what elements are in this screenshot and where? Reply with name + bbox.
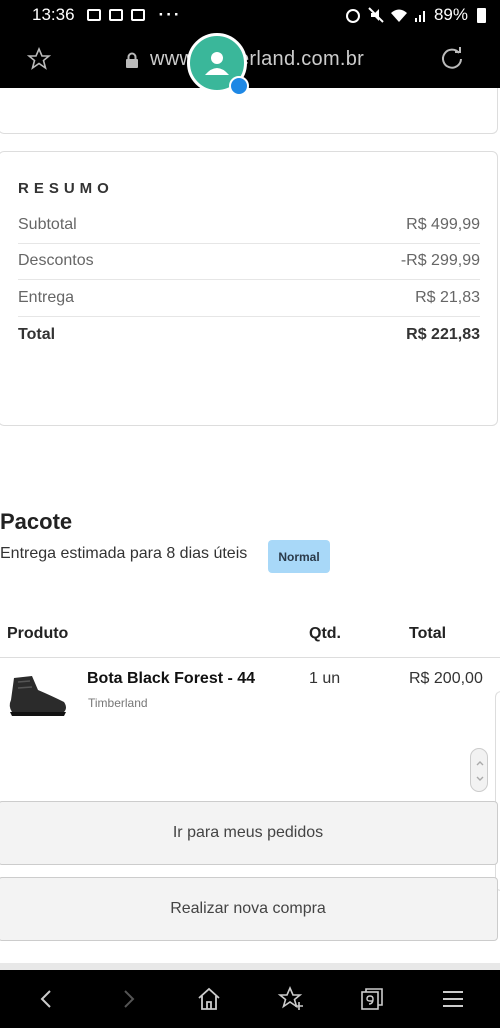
lock-icon (126, 52, 138, 68)
summary-value: R$ 221,83 (406, 325, 480, 343)
summary-value: R$ 21,83 (415, 288, 480, 306)
bookmarks-icon[interactable] (277, 985, 305, 1013)
star-icon[interactable] (27, 47, 51, 71)
chat-badge-icon (229, 76, 249, 96)
product-image (9, 676, 66, 716)
summary-label: Subtotal (18, 215, 77, 233)
summary-rows: Subtotal R$ 499,99 Descontos -R$ 299,99 … (18, 207, 480, 353)
scroll-arrows-icon (476, 761, 484, 781)
header-product: Produto (7, 625, 69, 642)
browser-bar: www.timberland.com.br (0, 30, 500, 88)
gallery-icon (108, 9, 123, 21)
new-purchase-button[interactable]: Realizar nova compra (0, 877, 498, 941)
summary-row-subtotal: Subtotal R$ 499,99 (18, 207, 480, 244)
mail-icon (86, 9, 101, 21)
mute-icon (368, 7, 384, 23)
summary-label: Descontos (18, 252, 94, 270)
summary-row-shipping: Entrega R$ 21,83 (18, 280, 480, 317)
page-content: RESUMO Subtotal R$ 499,99 Descontos -R$ … (0, 88, 500, 970)
shipping-type-badge: Normal (268, 540, 330, 573)
summary-value: R$ 499,99 (406, 215, 480, 233)
header-total: Total (409, 625, 447, 642)
signal-icon (414, 11, 425, 22)
notification-icons: ··· (86, 5, 182, 25)
summary-title: RESUMO (18, 180, 114, 197)
battery-percent: 89% (433, 5, 468, 24)
tabs-icon[interactable] (358, 985, 386, 1013)
system-icons: 89% (344, 5, 486, 25)
reload-icon[interactable] (439, 46, 465, 72)
product-brand: Timberland (88, 696, 148, 710)
summary-label: Entrega (18, 288, 75, 306)
table-header: Produto Qtd. Total (0, 612, 500, 658)
summary-value: -R$ 299,99 (400, 252, 480, 270)
back-icon[interactable] (33, 985, 61, 1013)
product-qty: 1 un (309, 670, 341, 687)
previous-card (0, 88, 498, 134)
wifi-icon (390, 9, 407, 22)
status-time: 13:36 (32, 5, 75, 24)
product-name: Bota Black Forest - 44 (87, 670, 256, 687)
menu-icon[interactable] (439, 985, 467, 1013)
delivery-estimate: Entrega estimada para 8 dias úteis (0, 545, 248, 562)
home-icon[interactable] (195, 985, 223, 1013)
summary-card: RESUMO Subtotal R$ 499,99 Descontos -R$ … (0, 151, 498, 426)
footer-divider (0, 963, 500, 970)
summary-row-total: Total R$ 221,83 (18, 317, 480, 354)
forward-icon[interactable] (114, 985, 142, 1013)
product-total: R$ 200,00 (409, 670, 483, 687)
summary-label: Total (18, 325, 56, 343)
url-field[interactable]: www.timberland.com.br (150, 48, 364, 71)
chat-icon (130, 9, 145, 21)
user-icon (205, 52, 229, 75)
status-bar: 13:36 ··· 89% (0, 0, 500, 30)
header-qty: Qtd. (309, 625, 341, 642)
table-row: Bota Black Forest - 44 Timberland 1 un R… (0, 658, 500, 738)
go-to-orders-button[interactable]: Ir para meus pedidos (0, 801, 498, 865)
scroll-handle[interactable] (470, 748, 488, 792)
summary-row-discounts: Descontos -R$ 299,99 (18, 244, 480, 280)
more-notifications: ··· (158, 5, 182, 24)
battery-icon (477, 7, 486, 23)
package-title: Pacote (0, 509, 73, 534)
browser-bottom-nav (0, 970, 500, 1028)
alarm-icon (345, 9, 360, 23)
